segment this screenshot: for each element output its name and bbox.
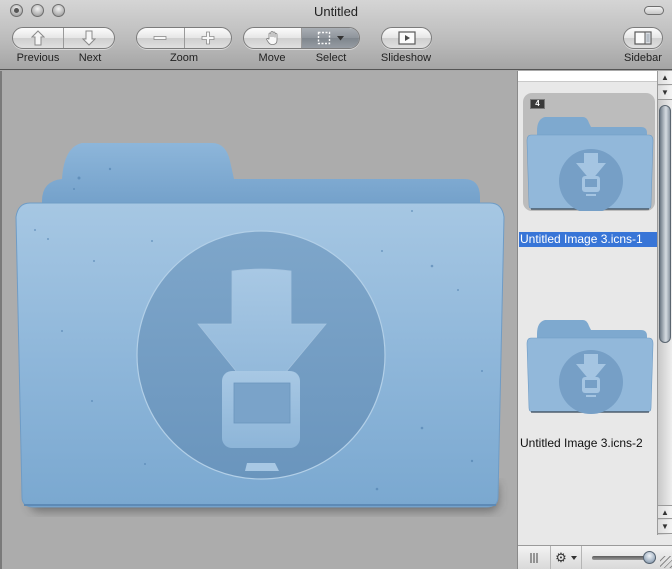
zoom-in-button[interactable] <box>185 28 232 48</box>
window-resize-grip[interactable] <box>660 556 672 568</box>
scroll-up-button[interactable]: ▲ <box>658 71 672 85</box>
previous-label: Previous <box>16 52 60 64</box>
sidebar-icon <box>634 31 652 45</box>
sidebar-bottom-bar: ⚙ <box>518 545 672 569</box>
slideshow-button[interactable] <box>381 27 432 49</box>
thumbnail-sidebar: 4 Untitled Image 3.icns-1 Untitled Image… <box>517 71 672 569</box>
plus-icon <box>201 31 215 45</box>
scrollbar-thumb[interactable] <box>659 105 671 343</box>
sidebar-button-face <box>624 28 662 48</box>
toolbar: Untitled Previous Next Zoom Move Select … <box>0 0 672 70</box>
thumbnail-selection-card: 4 <box>523 93 655 211</box>
grip-lines-icon <box>530 552 538 563</box>
move-label: Move <box>258 52 286 64</box>
minus-icon <box>153 36 167 40</box>
arrow-up-icon <box>31 30 45 46</box>
image-canvas[interactable] <box>0 71 517 569</box>
monitor-stand <box>245 463 279 471</box>
play-slideshow-icon <box>397 31 416 45</box>
arrow-down-icon <box>82 30 96 46</box>
preview-window: Untitled Previous Next Zoom Move Select … <box>0 0 672 569</box>
scroll-down-button[interactable]: ▼ <box>658 86 672 100</box>
sidebar-header-strip <box>518 71 658 82</box>
monitor-screen <box>233 382 291 424</box>
slideshow-button-face <box>382 28 431 48</box>
thumbnail-item[interactable]: Untitled Image 3.icns-2 <box>519 296 658 451</box>
sidebar-scrollbar[interactable]: ▲ ▼ ▲ ▼ <box>657 71 672 535</box>
scroll-down-button-bottom[interactable]: ▼ <box>658 520 672 534</box>
folder-image <box>15 143 505 511</box>
gear-icon: ⚙ <box>555 549 567 565</box>
slider-knob[interactable] <box>643 551 657 564</box>
move-tool-button[interactable] <box>244 28 302 48</box>
arrow-up-icon: ▲ <box>661 73 669 82</box>
select-tool-button[interactable] <box>302 28 359 48</box>
thumbnail-folder-image <box>526 117 654 211</box>
sidebar-label: Sidebar <box>624 52 662 64</box>
chevron-down-icon <box>337 35 344 40</box>
scroll-up-button-bottom[interactable]: ▲ <box>658 505 672 519</box>
previous-button[interactable] <box>13 28 64 48</box>
next-label: Next <box>78 52 102 64</box>
arrow-up-icon: ▲ <box>661 507 669 517</box>
arrow-down-icon: ▼ <box>661 522 669 531</box>
select-label: Select <box>315 52 347 64</box>
thumbnail-label: Untitled Image 3.icns-2 <box>520 436 643 450</box>
sidebar-resize-handle[interactable] <box>518 546 551 569</box>
sidebar-toggle-button[interactable] <box>623 27 663 49</box>
thumbnail-folder-image <box>526 320 654 414</box>
zoom-label: Zoom <box>169 52 199 64</box>
tool-mode-control <box>243 27 360 49</box>
chevron-down-icon <box>570 555 577 560</box>
arrow-down-icon: ▼ <box>661 88 669 97</box>
prev-next-control <box>12 27 115 49</box>
slideshow-label: Slideshow <box>380 52 432 64</box>
next-button[interactable] <box>64 28 114 48</box>
window-title: Untitled <box>313 4 359 19</box>
zoom-out-button[interactable] <box>137 28 185 48</box>
action-menu-button[interactable]: ⚙ <box>551 546 582 569</box>
toolbar-toggle-button[interactable] <box>644 6 664 15</box>
hand-icon <box>265 31 277 45</box>
thumbnail-label: Untitled Image 3.icns-1 <box>519 232 659 247</box>
marquee-select-icon <box>317 31 331 45</box>
thumbnail-item[interactable]: 4 Untitled Image 3.icns-1 <box>519 91 659 247</box>
zoom-control <box>136 27 232 49</box>
